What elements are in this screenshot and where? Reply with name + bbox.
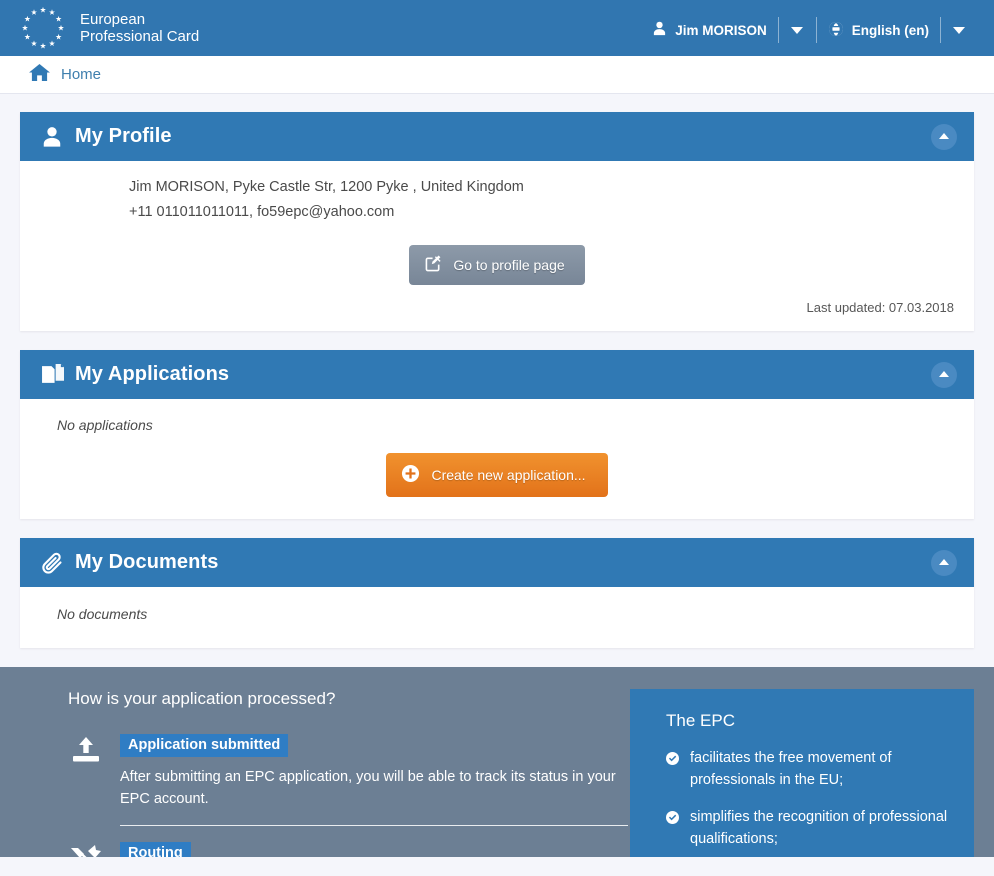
brand-line-1: European	[80, 11, 146, 28]
my-documents-body: No documents	[20, 587, 974, 648]
the-epc-panel: The EPC facilitates the free movement of…	[630, 689, 974, 857]
my-applications-card: My Applications No applications Create n…	[20, 350, 974, 519]
my-documents-collapse-button[interactable]	[931, 549, 957, 576]
the-epc-title: The EPC	[666, 711, 735, 730]
eu-flag-stars-icon	[18, 3, 68, 53]
process-info-title: How is your application processed?	[68, 689, 336, 708]
my-profile-body: Jim MORISON, Pyke Castle Str, 1200 Pyke …	[20, 161, 974, 331]
main-content: My Profile Jim MORISON, Pyke Castle Str,…	[0, 94, 994, 648]
caret-down-icon	[953, 26, 965, 34]
profile-last-updated: Last updated: 07.03.2018	[806, 300, 954, 315]
my-applications-collapse-button[interactable]	[931, 361, 957, 388]
my-applications-card-header: My Applications	[20, 350, 974, 399]
profile-details: Jim MORISON, Pyke Castle Str, 1200 Pyke …	[40, 175, 954, 225]
caret-down-icon	[790, 26, 803, 34]
plus-circle-icon	[401, 464, 420, 486]
process-step-submitted-body: Application submitted After submitting a…	[120, 734, 628, 842]
process-info-column: How is your application processed? Appli…	[20, 689, 628, 857]
applications-button-row: Create new application...	[40, 453, 954, 497]
my-documents-card-header: My Documents	[20, 538, 974, 587]
process-step-routing: Routing	[68, 842, 628, 857]
breadcrumb-home-link[interactable]: Home	[61, 66, 101, 83]
user-name-label: Jim MORISON	[675, 22, 767, 38]
language-label: English (en)	[851, 22, 929, 38]
profile-address-line: Jim MORISON, Pyke Castle Str, 1200 Pyke …	[129, 179, 524, 195]
process-step-submitted: Application submitted After submitting a…	[68, 734, 628, 842]
check-circle-icon	[666, 747, 679, 791]
no-documents-text: No documents	[57, 606, 148, 622]
my-profile-card-header: My Profile	[20, 112, 974, 161]
my-profile-collapse-button[interactable]	[931, 123, 957, 150]
paperclip-icon	[39, 551, 65, 575]
the-epc-list: facilitates the free movement of profess…	[666, 747, 954, 850]
edit-square-icon	[425, 255, 442, 275]
process-step-submitted-text: After submitting an EPC application, you…	[120, 769, 616, 807]
go-to-profile-page-button[interactable]: Go to profile page	[409, 245, 585, 285]
globe-icon	[828, 21, 844, 40]
my-profile-title: My Profile	[75, 125, 172, 147]
language-menu-button[interactable]: English (en)	[815, 17, 940, 43]
user-menu-button[interactable]: Jim MORISON	[641, 17, 778, 43]
brand-logo: European Professional Card	[18, 3, 199, 53]
profile-button-row: Go to profile page	[40, 245, 954, 285]
status-badge-routing: Routing	[120, 842, 191, 857]
upload-icon	[68, 734, 104, 842]
my-profile-card: My Profile Jim MORISON, Pyke Castle Str,…	[20, 112, 974, 331]
header-right-controls: Jim MORISON English (en)	[641, 2, 978, 58]
create-new-application-button[interactable]: Create new application...	[386, 453, 608, 497]
my-applications-title: My Applications	[75, 363, 230, 385]
create-new-application-label: Create new application...	[431, 467, 586, 483]
chevron-up-icon	[939, 559, 949, 565]
my-applications-body: No applications Create new application..…	[20, 399, 974, 519]
my-documents-card: My Documents No documents	[20, 538, 974, 648]
breadcrumb: Home	[0, 56, 994, 94]
chevron-up-icon	[939, 133, 949, 139]
my-documents-title: My Documents	[75, 551, 219, 573]
list-item: simplifies the recognition of profession…	[666, 806, 954, 850]
user-menu-caret[interactable]	[777, 17, 816, 43]
status-badge-application-submitted: Application submitted	[120, 734, 289, 757]
user-icon	[39, 126, 65, 148]
go-to-profile-page-label: Go to profile page	[453, 257, 565, 273]
process-step-divider	[120, 825, 628, 826]
list-item-label: simplifies the recognition of profession…	[690, 809, 948, 847]
no-applications-text: No applications	[57, 417, 153, 433]
routing-arrows-icon	[68, 842, 104, 857]
profile-contact-line: +11 011011011011, fo59epc@yahoo.com	[129, 204, 395, 220]
top-header-bar: European Professional Card Jim MORISON E…	[0, 0, 994, 56]
info-section: How is your application processed? Appli…	[0, 667, 994, 857]
list-item: facilitates the free movement of profess…	[666, 747, 954, 791]
list-item-label: facilitates the free movement of profess…	[690, 750, 892, 788]
documents-icon	[39, 363, 65, 386]
home-icon[interactable]	[29, 63, 50, 87]
brand-line-2: Professional Card	[80, 28, 200, 45]
chevron-up-icon	[939, 371, 949, 377]
user-icon	[652, 21, 667, 39]
check-circle-icon	[666, 806, 679, 850]
process-step-routing-body: Routing	[120, 842, 628, 857]
brand-title: European Professional Card	[80, 11, 199, 45]
language-menu-caret[interactable]	[940, 17, 978, 43]
